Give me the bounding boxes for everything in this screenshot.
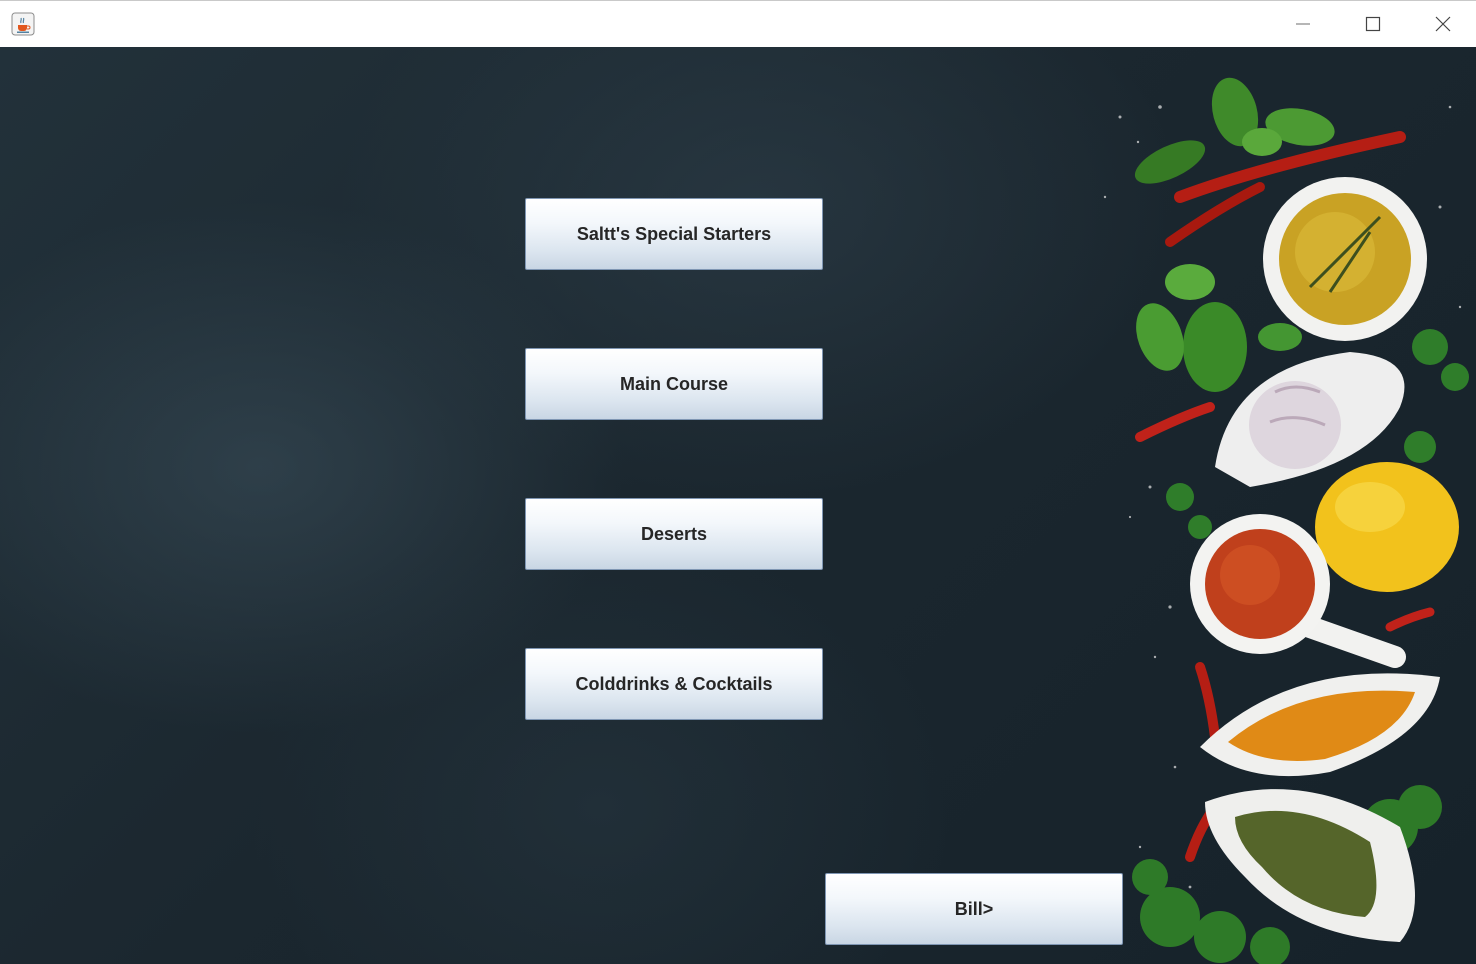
bill-button[interactable]: Bill> (825, 873, 1123, 945)
title-bar[interactable] (0, 1, 1476, 46)
maximize-icon (1365, 16, 1381, 31)
close-icon (1435, 16, 1451, 31)
minimize-icon (1296, 23, 1310, 24)
maximize-button[interactable] (1338, 1, 1408, 46)
starters-button[interactable]: Saltt's Special Starters (525, 198, 823, 270)
minimize-button[interactable] (1268, 1, 1338, 46)
main-course-button[interactable]: Main Course (525, 348, 823, 420)
app-window: Saltt's Special Starters Main Course Des… (0, 0, 1476, 964)
desserts-button[interactable]: Deserts (525, 498, 823, 570)
drinks-button[interactable]: Colddrinks & Cocktails (525, 648, 823, 720)
java-cup-icon (11, 12, 35, 36)
menu-panel: Saltt's Special Starters Main Course Des… (0, 47, 1476, 964)
close-button[interactable] (1408, 1, 1476, 46)
